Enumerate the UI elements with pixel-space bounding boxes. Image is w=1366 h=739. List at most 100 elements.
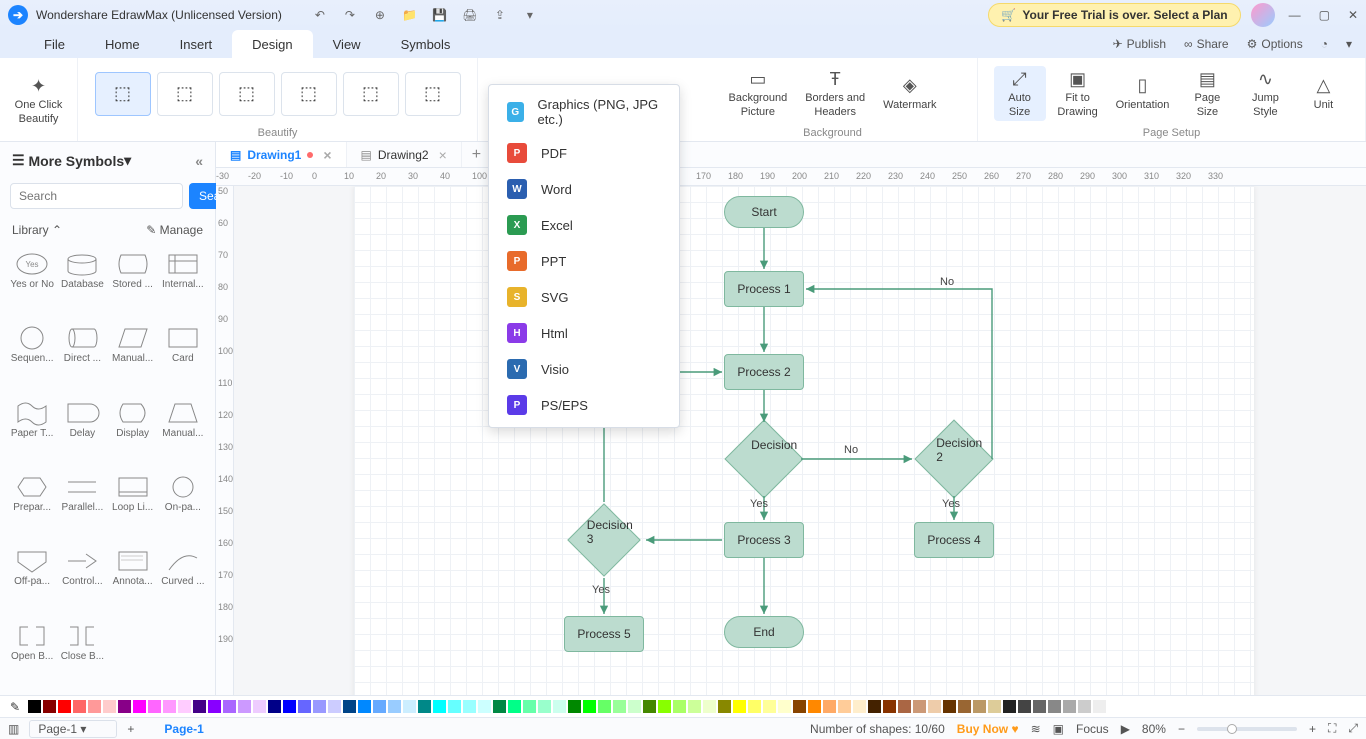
buy-now-button[interactable]: Buy Now ♥: [957, 722, 1019, 736]
shape-database[interactable]: Database: [58, 247, 106, 319]
export-pdf[interactable]: PPDF: [489, 135, 679, 171]
page-tab[interactable]: Page-1: [164, 722, 203, 736]
color-swatch[interactable]: [928, 700, 941, 713]
style-thumb-1[interactable]: ⬚: [95, 72, 151, 116]
color-swatch[interactable]: [793, 700, 806, 713]
print-icon[interactable]: 🖨: [462, 7, 478, 23]
menu-chevron-icon[interactable]: ▾: [1346, 37, 1352, 51]
save-icon[interactable]: 💾: [432, 7, 448, 23]
color-swatch[interactable]: [673, 700, 686, 713]
export-icon[interactable]: ⇪: [492, 7, 508, 23]
shape-display[interactable]: Display: [109, 396, 157, 468]
color-swatch[interactable]: [658, 700, 671, 713]
color-swatch[interactable]: [1003, 700, 1016, 713]
shape-off-pa-[interactable]: Off-pa...: [8, 544, 56, 616]
node-process1[interactable]: Process 1: [724, 271, 804, 307]
color-swatch[interactable]: [868, 700, 881, 713]
color-swatch[interactable]: [1078, 700, 1091, 713]
color-swatch[interactable]: [853, 700, 866, 713]
tab-drawing2[interactable]: ▤ Drawing2 ×: [347, 142, 462, 167]
color-swatch[interactable]: [343, 700, 356, 713]
close-tab-icon[interactable]: ×: [323, 147, 331, 163]
color-swatch[interactable]: [748, 700, 761, 713]
color-swatch[interactable]: [103, 700, 116, 713]
outline-icon[interactable]: ▥: [8, 722, 19, 736]
color-swatch[interactable]: [1108, 700, 1121, 713]
orientation-button[interactable]: ▯Orientation: [1110, 73, 1176, 114]
color-swatch[interactable]: [448, 700, 461, 713]
color-swatch[interactable]: [553, 700, 566, 713]
color-swatch[interactable]: [643, 700, 656, 713]
manage-button[interactable]: ✎ Manage: [146, 223, 203, 237]
shape-sequen-[interactable]: Sequen...: [8, 321, 56, 393]
color-swatch[interactable]: [538, 700, 551, 713]
node-end[interactable]: End: [724, 616, 804, 648]
color-swatch[interactable]: [508, 700, 521, 713]
color-swatch[interactable]: [598, 700, 611, 713]
color-swatch[interactable]: [838, 700, 851, 713]
color-swatch[interactable]: [493, 700, 506, 713]
notify-icon[interactable]: ◔: [1321, 37, 1328, 51]
bg-picture-button[interactable]: ▭Background Picture: [722, 66, 793, 120]
color-swatch[interactable]: [778, 700, 791, 713]
color-swatch[interactable]: [133, 700, 146, 713]
new-icon[interactable]: ⊕: [372, 7, 388, 23]
avatar[interactable]: [1251, 3, 1275, 27]
color-swatch[interactable]: [943, 700, 956, 713]
color-swatch[interactable]: [898, 700, 911, 713]
color-swatch[interactable]: [328, 700, 341, 713]
shape-loop-li-[interactable]: Loop Li...: [109, 470, 157, 542]
shape-annota-[interactable]: Annota...: [109, 544, 157, 616]
minimize-button[interactable]: —: [1289, 8, 1301, 22]
color-swatch[interactable]: [268, 700, 281, 713]
color-swatch[interactable]: [763, 700, 776, 713]
close-tab-icon[interactable]: ×: [439, 147, 447, 163]
shape-internal-[interactable]: Internal...: [159, 247, 207, 319]
style-thumb-4[interactable]: ⬚: [281, 72, 337, 116]
color-swatch[interactable]: [208, 700, 221, 713]
color-swatch[interactable]: [403, 700, 416, 713]
shape-yes-or-no[interactable]: YesYes or No: [8, 247, 56, 319]
color-swatch[interactable]: [223, 700, 236, 713]
shape-curved-[interactable]: Curved ...: [159, 544, 207, 616]
page-selector[interactable]: Page-1 ▾: [29, 720, 117, 738]
color-swatch[interactable]: [193, 700, 206, 713]
shape-manual-[interactable]: Manual...: [159, 396, 207, 468]
color-swatch[interactable]: [613, 700, 626, 713]
color-swatch[interactable]: [883, 700, 896, 713]
color-swatch[interactable]: [238, 700, 251, 713]
node-process2[interactable]: Process 2: [724, 354, 804, 390]
chevron-down-icon[interactable]: ▾: [124, 152, 131, 169]
color-swatch[interactable]: [988, 700, 1001, 713]
export-word[interactable]: WWord: [489, 171, 679, 207]
export-excel[interactable]: XExcel: [489, 207, 679, 243]
export-ppt[interactable]: PPPT: [489, 243, 679, 279]
trial-banner[interactable]: 🛒 Your Free Trial is over. Select a Plan: [988, 3, 1240, 27]
color-swatch[interactable]: [373, 700, 386, 713]
color-swatch[interactable]: [178, 700, 191, 713]
color-swatch[interactable]: [358, 700, 371, 713]
add-tab-button[interactable]: +: [462, 146, 491, 164]
color-swatch[interactable]: [823, 700, 836, 713]
share-button[interactable]: ∞Share: [1184, 37, 1229, 51]
shape-card[interactable]: Card: [159, 321, 207, 393]
color-swatch[interactable]: [313, 700, 326, 713]
eyedropper-icon[interactable]: ✎: [10, 700, 20, 714]
color-swatch[interactable]: [523, 700, 536, 713]
watermark-button[interactable]: ◈Watermark: [877, 73, 942, 114]
node-decision2[interactable]: Decision 2: [914, 419, 993, 498]
color-swatch[interactable]: [568, 700, 581, 713]
more-icon[interactable]: ▾: [522, 7, 538, 23]
color-swatch[interactable]: [973, 700, 986, 713]
node-process5[interactable]: Process 5: [564, 616, 644, 652]
export-svg[interactable]: SSVG: [489, 279, 679, 315]
shape-manual-[interactable]: Manual...: [109, 321, 157, 393]
color-swatch[interactable]: [148, 700, 161, 713]
fullscreen-icon[interactable]: ⤢: [1348, 721, 1358, 736]
shape-open-b-[interactable]: Open B...: [8, 619, 56, 691]
zoom-in-button[interactable]: +: [1309, 722, 1316, 736]
zoom-slider[interactable]: [1197, 727, 1297, 731]
node-start[interactable]: Start: [724, 196, 804, 228]
shape-paper-t-[interactable]: Paper T...: [8, 396, 56, 468]
style-thumb-6[interactable]: ⬚: [405, 72, 461, 116]
